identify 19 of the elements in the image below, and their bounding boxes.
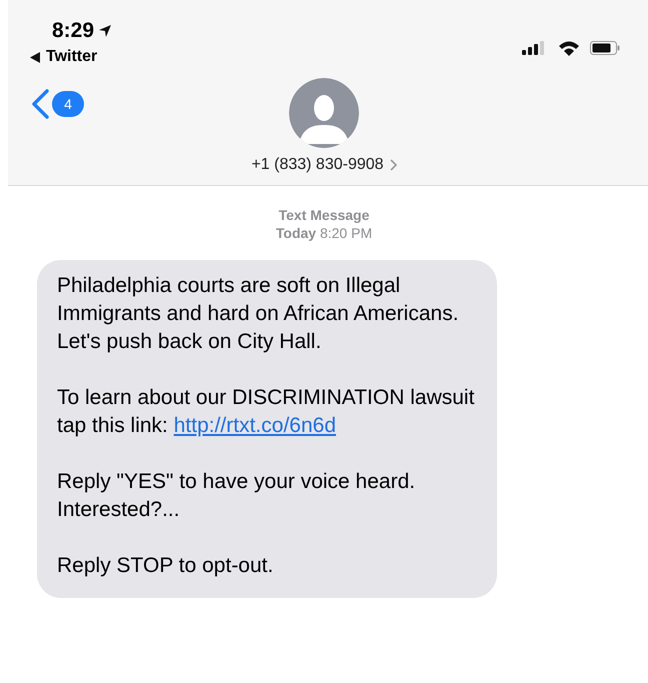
unread-badge: 4 bbox=[52, 91, 84, 117]
status-time: 8:29 bbox=[52, 18, 94, 44]
message-paragraph: Reply STOP to opt-out. bbox=[57, 553, 274, 579]
message-paragraph: To learn about our DISCRIMINATION lawsuit tap this link: http://rtxt.co/6n6d bbox=[57, 385, 476, 439]
chevron-right-icon bbox=[390, 159, 397, 171]
message-link[interactable]: http://rtxt.co/6n6d bbox=[174, 414, 336, 437]
back-app-link[interactable]: Twitter bbox=[46, 45, 98, 69]
message-timestamp: Today 8:20 PM bbox=[276, 224, 372, 242]
message-paragraph: Reply "YES" to have your voice heard. Interested?... bbox=[57, 469, 416, 523]
back-chevron-icon bbox=[30, 88, 50, 120]
back-button[interactable]: 4 bbox=[30, 88, 84, 120]
service-label: Text Message bbox=[278, 206, 370, 224]
wifi-icon bbox=[558, 40, 580, 56]
avatar-icon[interactable] bbox=[289, 78, 359, 148]
location-arrow-icon bbox=[98, 24, 112, 38]
message-paragraph: Philadelphia courts are soft on Illegal Immigrants and hard on African Americans. Let's push back on City Hall. bbox=[57, 273, 460, 355]
battery-icon bbox=[590, 41, 620, 55]
contact-name[interactable]: +1 (833) 830-9908 bbox=[251, 153, 397, 177]
back-triangle-icon[interactable] bbox=[30, 52, 40, 62]
